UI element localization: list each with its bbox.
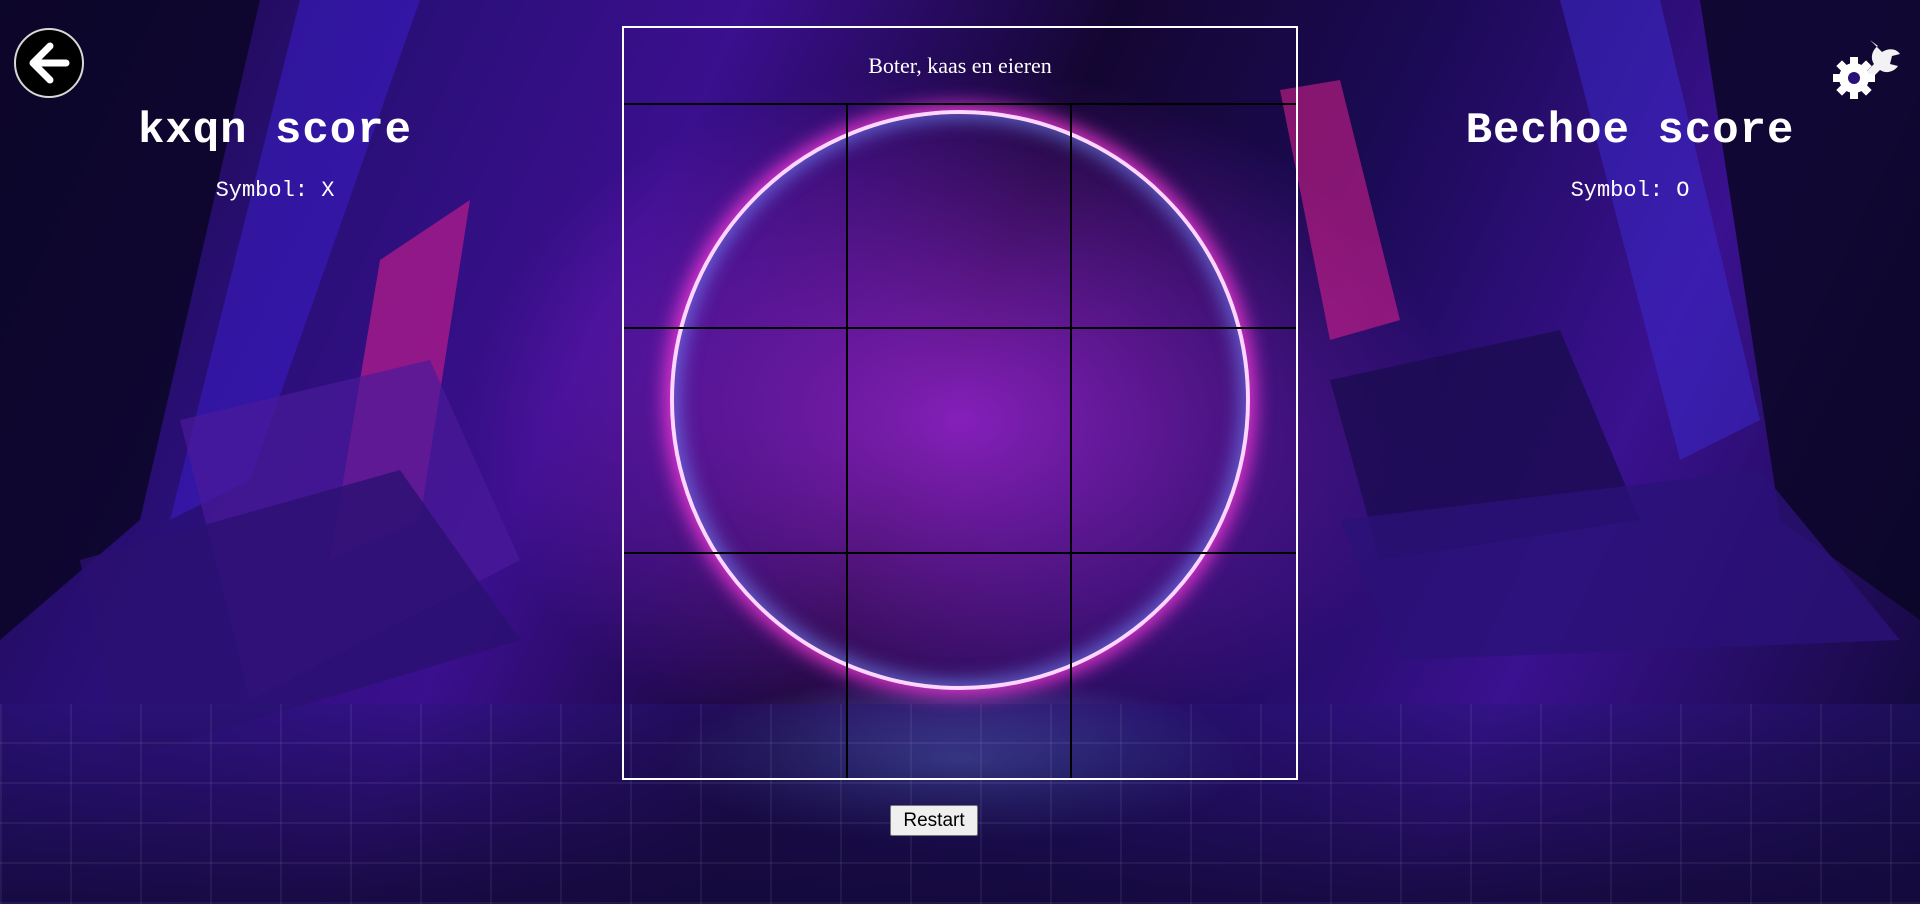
gear-wrench-icon [1833,40,1900,99]
game-board: Boter, kaas en eieren [622,26,1298,780]
restart-button[interactable]: Restart [890,805,978,836]
board-cell-1[interactable] [624,105,848,330]
board-cell-6[interactable] [1072,329,1296,554]
player1-score-title: kxqn score [137,106,413,156]
player2-symbol: Symbol: O [1570,178,1690,203]
player1-panel: kxqn score Symbol: X [60,105,490,205]
back-button[interactable] [14,28,84,98]
board-cell-4[interactable] [624,329,848,554]
board-cell-2[interactable] [848,105,1072,330]
settings-button[interactable] [1830,26,1910,104]
board-cell-8[interactable] [848,553,1072,778]
board-grid [624,105,1296,778]
arrow-left-icon [29,42,70,84]
board-title: Boter, kaas en eieren [624,28,1296,105]
board-cell-3[interactable] [1072,105,1296,330]
board-cell-5[interactable] [848,329,1072,554]
board-cell-7[interactable] [624,553,848,778]
player2-panel: Bechoe score Symbol: O [1415,105,1845,205]
player2-score-title: Bechoe score [1465,106,1795,156]
player1-symbol: Symbol: X [215,178,335,203]
board-cell-9[interactable] [1072,554,1296,778]
